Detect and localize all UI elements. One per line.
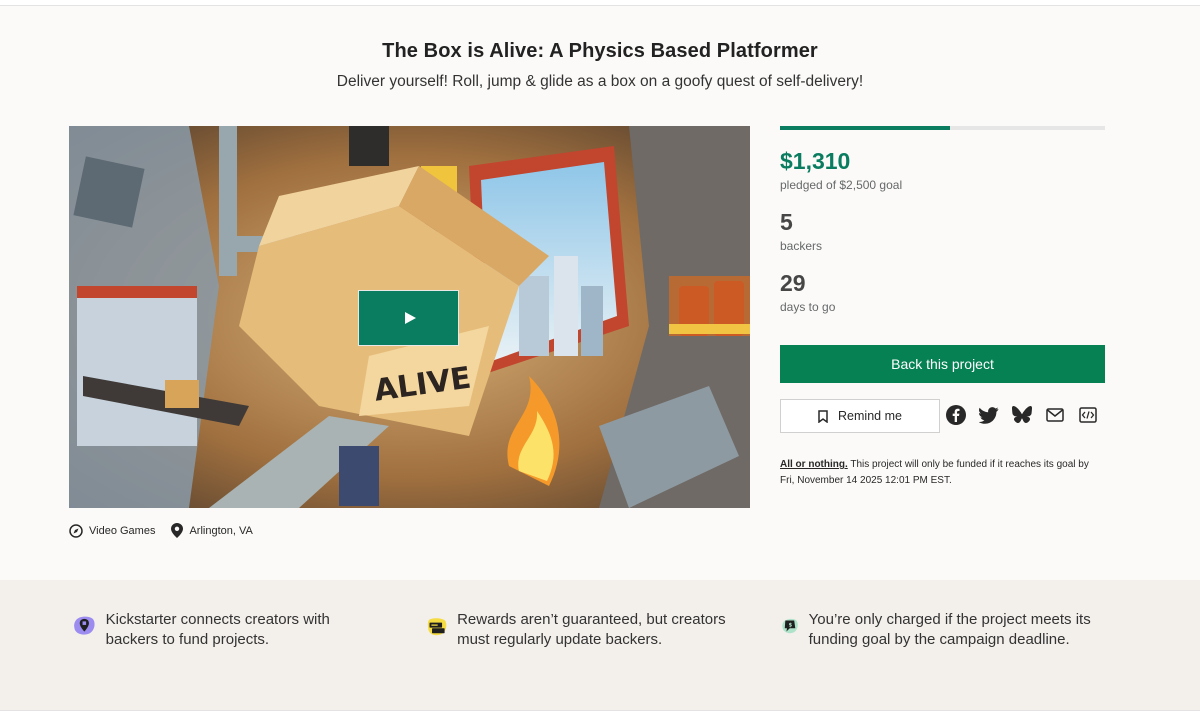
category-label: Video Games (89, 524, 156, 537)
trust-band: Kickstarter connects creators with backe… (0, 580, 1200, 710)
project-header: The Box is Alive: A Physics Based Platfo… (0, 40, 1200, 91)
remind-me-button[interactable]: Remind me (780, 399, 940, 433)
remind-me-label: Remind me (838, 409, 902, 423)
project-meta: Video Games Arlington, VA (69, 523, 269, 538)
funding-progress-bar (780, 126, 1105, 130)
feature-item: Kickstarter connects creators with backe… (73, 610, 383, 650)
back-project-button[interactable]: Back this project (780, 345, 1105, 383)
embed-icon[interactable] (1078, 405, 1098, 425)
pledged-amount: $1,310 (780, 148, 851, 174)
money-bubble-icon: $ (782, 618, 798, 634)
funding-panel: $1,310 pledged of $2,500 goal 5 backers … (780, 126, 1105, 486)
bluesky-icon[interactable] (1012, 405, 1032, 425)
facebook-icon[interactable] (946, 405, 966, 425)
location-label: Arlington, VA (189, 524, 253, 537)
play-icon (404, 312, 416, 324)
twitter-icon[interactable] (979, 405, 999, 425)
project-video[interactable]: ALIVE (69, 126, 750, 508)
email-icon[interactable] (1045, 405, 1065, 425)
backers-count: 5 (780, 209, 793, 235)
feature-text: Kickstarter connects creators with backe… (105, 611, 330, 648)
feature-item: $ You’re only charged if the project mee… (782, 610, 1112, 650)
location-link[interactable]: Arlington, VA (171, 523, 253, 538)
feature-item: Rewards aren’t guaranteed, but creators … (427, 610, 757, 650)
days-to-go-count: 29 (780, 270, 806, 296)
project-title: The Box is Alive: A Physics Based Platfo… (382, 40, 818, 62)
location-pin-badge-icon (74, 616, 95, 635)
play-button[interactable] (358, 290, 459, 346)
funding-note: All or nothing. This project will only b… (780, 457, 1105, 488)
backers-label: backers (780, 239, 823, 253)
category-link[interactable]: Video Games (69, 523, 156, 538)
compass-icon (69, 523, 83, 538)
pledged-goal-label: pledged of $2,500 goal (780, 178, 903, 192)
chat-bubbles-icon (427, 618, 447, 636)
bottom-border (0, 710, 1200, 719)
feature-text: You’re only charged if the project meets… (808, 611, 1091, 648)
top-border (0, 0, 1200, 6)
svg-text:$: $ (789, 623, 793, 629)
share-icons (946, 405, 1098, 425)
map-pin-icon (171, 523, 184, 538)
bookmark-icon (818, 409, 828, 423)
feature-text: Rewards aren’t guaranteed, but creators … (457, 611, 726, 648)
days-to-go-label: days to go (780, 300, 836, 314)
funding-progress-fill (780, 126, 951, 130)
all-or-nothing-link[interactable]: All or nothing. (780, 459, 848, 470)
project-subtitle: Deliver yourself! Roll, jump & glide as … (336, 73, 864, 90)
